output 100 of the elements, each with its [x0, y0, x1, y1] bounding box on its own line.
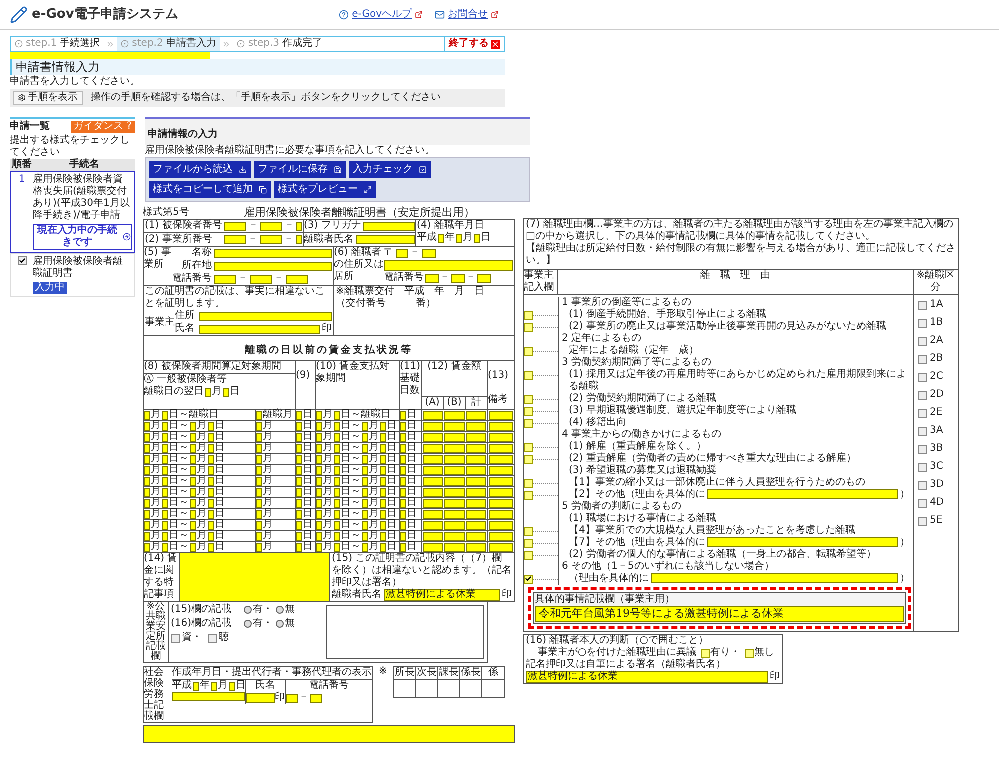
input-field[interactable]	[224, 222, 246, 230]
checkbox[interactable]	[208, 634, 217, 642]
checkbox[interactable]	[524, 406, 533, 416]
input-field[interactable]	[444, 444, 465, 452]
input-field[interactable]	[444, 466, 465, 474]
checkbox[interactable]	[524, 550, 533, 560]
input-field[interactable]	[423, 422, 444, 430]
checkbox[interactable]	[524, 310, 533, 320]
input-field[interactable]	[223, 388, 229, 396]
checkbox[interactable]	[524, 574, 533, 584]
show-steps-button[interactable]: 手順を表示	[13, 91, 83, 105]
input-field[interactable]	[229, 682, 235, 690]
text-area[interactable]	[326, 605, 484, 659]
input-field[interactable]	[466, 498, 486, 508]
input-field[interactable]	[423, 542, 444, 552]
input-field[interactable]	[260, 235, 282, 244]
checkbox[interactable]	[18, 256, 26, 265]
input-field[interactable]	[444, 542, 465, 552]
exit-button[interactable]: 終了する	[444, 37, 504, 51]
input-field[interactable]	[489, 410, 513, 420]
checkbox[interactable]	[918, 426, 927, 436]
checkbox[interactable]	[700, 648, 710, 658]
input-field[interactable]	[489, 422, 513, 430]
input-field[interactable]	[224, 235, 246, 244]
input-field[interactable]: 激甚特例による休業	[384, 589, 500, 601]
input-field[interactable]	[423, 498, 444, 508]
input-field[interactable]	[489, 542, 513, 552]
checkbox[interactable]	[918, 354, 927, 364]
input-field[interactable]	[444, 454, 465, 464]
input-field[interactable]	[143, 725, 515, 743]
checkbox[interactable]	[918, 372, 927, 382]
input-field[interactable]	[444, 422, 465, 430]
input-field[interactable]	[214, 262, 332, 270]
input-field[interactable]	[199, 312, 332, 320]
radio-button[interactable]	[276, 606, 284, 614]
checkbox[interactable]	[524, 490, 533, 500]
input-field[interactable]	[286, 274, 308, 284]
input-field[interactable]	[422, 248, 436, 258]
list-row[interactable]: 雇用保険被保険者離職証明書 入力中	[10, 253, 135, 297]
input-field[interactable]	[172, 692, 245, 701]
toolbar-button[interactable]: 入力チェック	[349, 161, 431, 178]
input-field[interactable]	[466, 444, 486, 452]
input-field[interactable]	[211, 682, 217, 690]
input-field[interactable]	[423, 410, 444, 420]
input-field[interactable]	[180, 553, 330, 601]
input-field[interactable]	[444, 476, 465, 486]
input-field[interactable]	[260, 222, 282, 230]
input-field[interactable]	[444, 520, 465, 530]
checkbox[interactable]	[918, 516, 927, 526]
checkbox[interactable]	[918, 336, 927, 346]
header-link[interactable]: お問合せ	[448, 8, 488, 20]
input-field[interactable]	[651, 573, 898, 583]
input-field[interactable]: 激甚特例による休業	[526, 671, 768, 683]
input-field[interactable]	[199, 324, 320, 334]
input-field[interactable]	[310, 694, 322, 702]
input-field[interactable]	[489, 476, 513, 486]
input-field[interactable]	[489, 510, 513, 518]
input-field[interactable]	[423, 510, 444, 518]
radio-button[interactable]	[244, 606, 252, 614]
input-field[interactable]	[444, 532, 465, 540]
input-field[interactable]	[466, 510, 486, 518]
input-field[interactable]	[489, 432, 513, 442]
input-field[interactable]	[489, 454, 513, 464]
input-field[interactable]	[477, 274, 491, 282]
step-tab[interactable]: step.2 申請書入力	[117, 37, 220, 51]
input-field[interactable]	[384, 260, 513, 271]
input-field[interactable]	[444, 498, 465, 508]
input-field[interactable]	[466, 542, 486, 552]
input-field[interactable]	[707, 489, 898, 499]
input-field[interactable]	[214, 274, 236, 284]
checkbox[interactable]	[918, 480, 927, 490]
checkbox[interactable]	[524, 526, 533, 536]
input-field[interactable]	[438, 234, 444, 242]
input-field[interactable]	[466, 488, 486, 496]
input-field[interactable]	[474, 234, 480, 242]
checkbox[interactable]	[524, 322, 533, 332]
checkbox[interactable]	[524, 370, 533, 380]
checkbox[interactable]	[524, 418, 533, 428]
input-field[interactable]	[423, 488, 444, 496]
input-field[interactable]: 令和元年台風第19号等による激甚特例による休業	[535, 606, 904, 622]
input-field[interactable]	[444, 488, 465, 496]
checkbox[interactable]	[918, 462, 927, 472]
input-field[interactable]	[193, 682, 199, 690]
input-field[interactable]	[466, 466, 486, 474]
checkbox[interactable]	[744, 648, 754, 658]
input-field[interactable]	[466, 454, 486, 464]
checkbox[interactable]	[524, 454, 533, 464]
checkbox[interactable]	[524, 478, 533, 488]
checkbox[interactable]	[171, 634, 180, 642]
input-field[interactable]	[246, 693, 275, 703]
checkbox[interactable]	[918, 408, 927, 418]
checkbox[interactable]	[524, 394, 533, 404]
toolbar-button[interactable]: ファイルから読込	[149, 161, 251, 178]
input-field[interactable]	[489, 444, 513, 452]
checkbox[interactable]	[524, 538, 533, 548]
checkbox[interactable]	[918, 318, 927, 328]
input-field[interactable]	[466, 422, 486, 430]
input-field[interactable]	[489, 532, 513, 540]
input-field[interactable]	[466, 532, 486, 540]
checkbox[interactable]	[918, 444, 927, 454]
